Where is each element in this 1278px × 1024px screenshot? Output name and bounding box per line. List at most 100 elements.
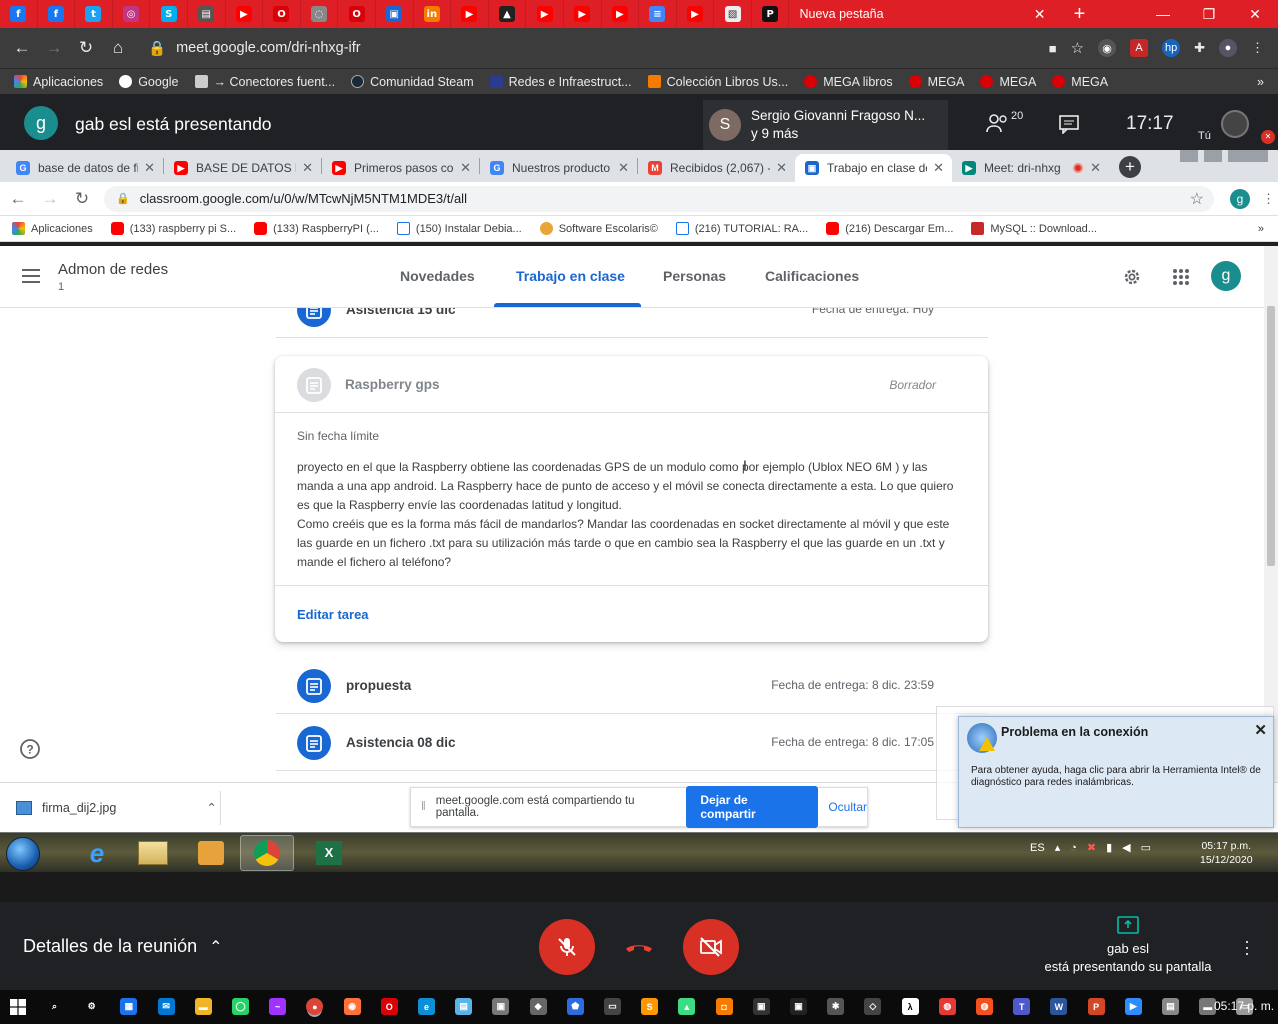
pinned-tab[interactable]: ◎	[113, 0, 151, 28]
star-icon[interactable]: ☆	[1190, 189, 1204, 209]
close-tab-icon[interactable]: ✕	[460, 160, 471, 176]
reload-icon[interactable]: ↻	[66, 189, 98, 209]
bookmark[interactable]: Comunidad Steam	[351, 75, 474, 89]
classwork-item[interactable]: Asistencia 08 dic Fecha de entrega: 8 di…	[276, 715, 988, 771]
bookmarks-overflow-icon[interactable]: »	[1258, 223, 1278, 235]
account-avatar[interactable]: g	[1211, 261, 1241, 291]
menu-icon[interactable]: ⋮	[1262, 191, 1275, 207]
bookmarks-overflow-icon[interactable]: »	[1257, 75, 1278, 89]
minimize-icon[interactable]	[1180, 150, 1198, 162]
close-window-icon[interactable]: ✕	[1232, 6, 1278, 23]
zoom-icon[interactable]: ▶	[1124, 998, 1142, 1015]
close-tab-icon[interactable]: ✕	[933, 160, 944, 176]
folder-icon[interactable]: ▬	[194, 998, 212, 1015]
forward-icon[interactable]: →	[38, 38, 70, 58]
close-tab-icon[interactable]: ✕	[144, 160, 155, 176]
display-icon[interactable]: ▭	[1141, 841, 1151, 854]
store-icon[interactable]: ▦	[120, 998, 138, 1015]
pinned-tab[interactable]: f	[38, 0, 76, 28]
cube-icon[interactable]: ◇	[864, 998, 882, 1015]
page-scrollbar[interactable]	[1264, 246, 1278, 782]
hide-button[interactable]: Ocultar	[828, 800, 867, 814]
download-item[interactable]: firma_dij2.jpg ⌃	[16, 800, 217, 815]
sublime-icon[interactable]: S	[641, 998, 659, 1015]
chevron-up-icon[interactable]: ⌃	[206, 800, 216, 815]
pinned-tab[interactable]: in	[414, 0, 452, 28]
bookmark[interactable]: MySQL :: Download...	[971, 222, 1097, 235]
profile-icon[interactable]: ●	[1219, 39, 1237, 57]
media-player-icon[interactable]	[184, 835, 238, 871]
messenger-icon[interactable]: ~	[269, 998, 287, 1015]
pinned-tab[interactable]: ▶	[226, 0, 264, 28]
close-tab-icon[interactable]: ✕	[1090, 160, 1101, 176]
app-icon[interactable]: ◍	[976, 998, 993, 1015]
pinned-tab[interactable]: ▤	[188, 0, 226, 28]
restore-icon[interactable]: ❐	[1186, 6, 1232, 23]
bookmark[interactable]: MEGA	[908, 75, 964, 89]
volume-icon[interactable]: ◀	[1122, 841, 1130, 854]
reload-icon[interactable]: ↻	[70, 38, 102, 58]
search-icon[interactable]: ⌕	[46, 998, 63, 1015]
outer-address-bar[interactable]: 🔒 meet.google.com/dri-nhxg-ifr	[148, 40, 361, 57]
bookmark[interactable]: (150) Instalar Debia...	[396, 222, 522, 235]
app-icon[interactable]: ◘	[715, 998, 733, 1015]
bookmark[interactable]: MEGA libros	[804, 75, 893, 89]
whatsapp-icon[interactable]: ◯	[232, 998, 249, 1015]
browser-tab[interactable]: ▶ Primeros pasos cor ✕	[322, 154, 479, 182]
close-window-icon[interactable]	[1228, 150, 1268, 162]
hp-icon[interactable]: hp	[1162, 39, 1181, 57]
gear-icon[interactable]	[1122, 267, 1142, 287]
help-icon[interactable]: ?	[19, 738, 41, 760]
close-icon[interactable]: ✕	[1254, 721, 1267, 739]
edit-assignment-link[interactable]: Editar tarea	[297, 607, 369, 622]
pinned-tab[interactable]: O	[263, 0, 301, 28]
tab-personas[interactable]: Personas	[663, 268, 726, 284]
pinned-tab[interactable]: ▶	[677, 0, 715, 28]
star-icon[interactable]: ☆	[1071, 39, 1084, 57]
forward-icon[interactable]: →	[34, 189, 66, 209]
connection-notification[interactable]: Problema en la conexión Para obtener ayu…	[958, 716, 1274, 828]
win10-clock[interactable]: 05:17 p. m.	[1214, 999, 1274, 1013]
browser-tab[interactable]: G Nuestros producto ✕	[480, 154, 637, 182]
chrome-icon[interactable]	[240, 835, 294, 871]
hamburger-menu-icon[interactable]	[22, 268, 42, 284]
puzzle-icon[interactable]: ✚	[1194, 40, 1205, 56]
bookmark[interactable]: Colección Libros Us...	[647, 75, 788, 89]
firefox-icon[interactable]: ◉	[343, 998, 361, 1015]
bookmark[interactable]: MEGA	[980, 75, 1036, 89]
windows-start-icon[interactable]	[10, 999, 26, 1015]
browser-tab[interactable]: ▶ Meet: dri-nhxg ✕	[952, 154, 1109, 182]
bookmark[interactable]: Google	[119, 75, 179, 89]
classwork-item[interactable]: propuesta Fecha de entrega: 8 dic. 23:59	[276, 658, 988, 714]
bookmark[interactable]: (133) RaspberryPI (...	[254, 222, 379, 235]
pinned-tab[interactable]: ≡	[639, 0, 677, 28]
app-icon[interactable]: ▭	[604, 998, 621, 1015]
win7-clock[interactable]: 05:17 p.m. 15/12/2020	[1200, 839, 1253, 867]
pinned-tab[interactable]: ▧	[714, 0, 752, 28]
explorer-icon[interactable]	[126, 835, 180, 871]
browser-tab[interactable]: M Recibidos (2,067) - ✕	[638, 154, 795, 182]
tab-trabajo-en-clase[interactable]: Trabajo en clase	[516, 268, 625, 284]
home-icon[interactable]: ⌂	[102, 38, 134, 58]
more-options-icon[interactable]: · · ·	[1244, 932, 1250, 962]
pinned-tab[interactable]: ▶	[602, 0, 640, 28]
bookmark[interactable]: (216) Descargar Em...	[826, 222, 953, 235]
start-button[interactable]	[6, 837, 40, 871]
new-tab-button[interactable]: +	[1059, 3, 1099, 26]
camera-toggle-button[interactable]	[683, 919, 739, 975]
mic-toggle-button[interactable]	[539, 919, 595, 975]
shield-icon[interactable]: ⬟	[566, 998, 584, 1015]
app-icon[interactable]: ✱	[827, 998, 845, 1015]
pinned-participant[interactable]: S Sergio Giovanni Fragoso N... y 9 más	[703, 100, 948, 150]
pinned-tab[interactable]: S	[150, 0, 188, 28]
powerpoint-icon[interactable]: P	[1087, 998, 1105, 1015]
pinned-tab[interactable]: ▶	[564, 0, 602, 28]
notepad-icon[interactable]: ▤	[455, 998, 473, 1015]
pinned-tab[interactable]: t	[75, 0, 113, 28]
bookmark[interactable]: Aplicaciones	[14, 75, 103, 89]
close-tab-icon[interactable]: ✕	[302, 160, 313, 176]
bookmark[interactable]: MEGA	[1052, 75, 1108, 89]
pinned-tab[interactable]: O	[338, 0, 376, 28]
app-icon[interactable]: ▣	[492, 998, 510, 1015]
battery-icon[interactable]: ▮	[1106, 841, 1112, 854]
